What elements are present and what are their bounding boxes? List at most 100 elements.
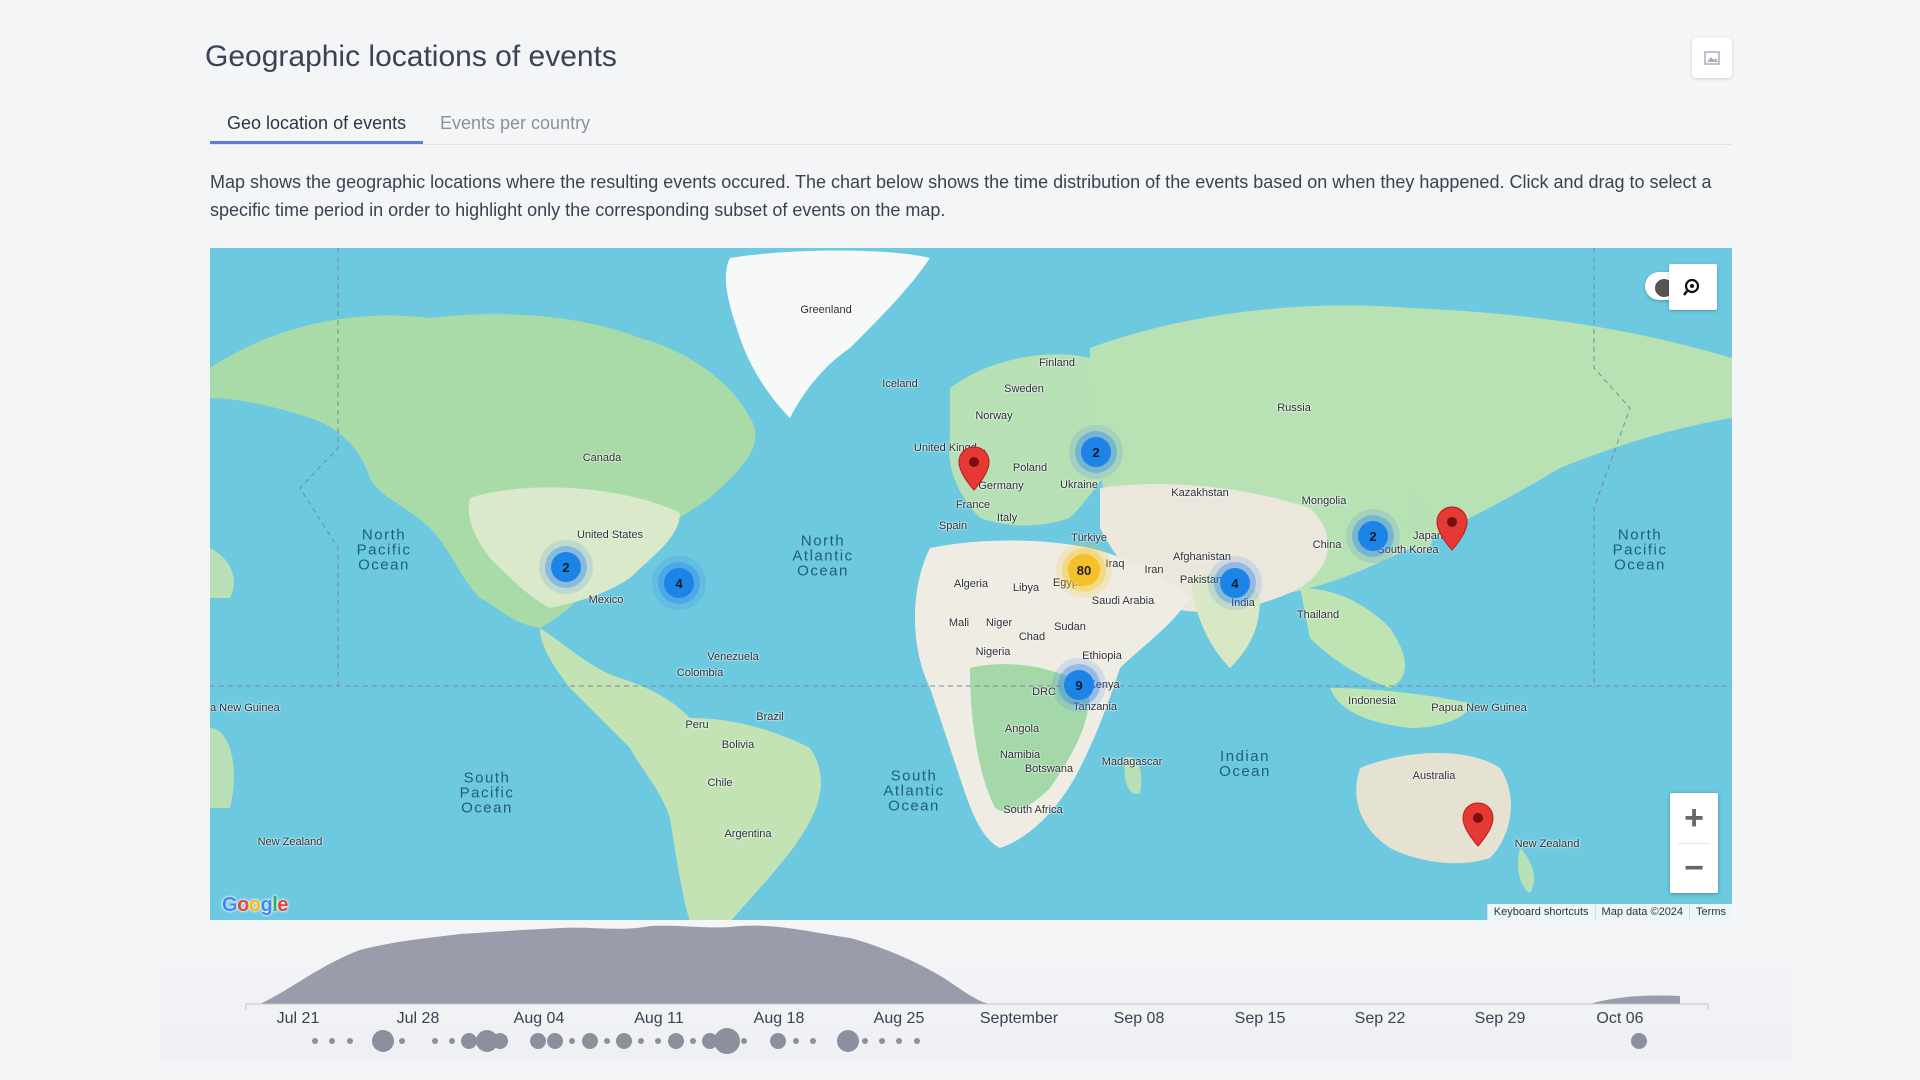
tab-events-per-country[interactable]: Events per country xyxy=(423,110,607,144)
timeline-chart[interactable] xyxy=(0,920,1920,1060)
timeline-tick-label: Jul 28 xyxy=(396,1010,440,1027)
zoom-control: + − xyxy=(1670,793,1718,893)
map-label: France xyxy=(955,499,991,511)
ocean-label: North Pacific Ocean xyxy=(356,526,412,574)
map-label: Kazakhstan xyxy=(1171,487,1229,499)
ocean-label: South Atlantic Ocean xyxy=(883,767,945,815)
timeline-tick-label: Oct 06 xyxy=(1596,1010,1644,1027)
timeline-event-dots xyxy=(312,1028,1647,1054)
map-label: Saudi Arabia xyxy=(1091,595,1155,607)
map-label: Mexico xyxy=(588,594,624,606)
tab-bar: Geo location of events Events per countr… xyxy=(210,108,1732,145)
event-cluster[interactable]: 80 xyxy=(1068,554,1100,586)
map-label: Iraq xyxy=(1105,558,1125,570)
ocean-label: North Pacific Ocean xyxy=(1612,526,1668,574)
event-cluster[interactable]: 4 xyxy=(664,568,694,598)
map-label: Mongolia xyxy=(1301,495,1347,507)
map-label: Papua New Guinea xyxy=(1431,702,1527,714)
map-label: Venezuela xyxy=(707,651,759,663)
event-cluster[interactable]: 4 xyxy=(1220,568,1250,598)
image-icon xyxy=(1704,51,1720,65)
map-label: South Africa xyxy=(1003,804,1063,816)
map-label: Russia xyxy=(1277,402,1311,414)
map-label: Ethiopia xyxy=(1082,650,1122,662)
map-label: Mali xyxy=(948,617,970,629)
map-label: Pakistan xyxy=(1179,574,1223,586)
event-cluster[interactable]: 2 xyxy=(1358,521,1388,551)
map-label: China xyxy=(1312,539,1342,551)
tab-geo-location[interactable]: Geo location of events xyxy=(210,110,424,144)
zoom-out-button[interactable]: − xyxy=(1670,843,1718,893)
map-label: Bolivia xyxy=(721,739,755,751)
timeline-tick-label: Aug 11 xyxy=(634,1010,684,1027)
location-pin-marker[interactable] xyxy=(958,446,990,492)
map-label: Libya xyxy=(1012,582,1040,594)
zoom-in-button[interactable]: + xyxy=(1670,793,1718,843)
page-title: Geographic locations of events xyxy=(205,40,617,73)
map-label: Ukraine xyxy=(1060,479,1098,491)
map-label: Spain xyxy=(938,520,968,532)
google-logo: Google xyxy=(222,894,288,916)
map-label: Iceland xyxy=(882,378,918,390)
map-controls xyxy=(1645,264,1717,310)
map-label: Türkiye xyxy=(1070,532,1108,544)
location-pin-marker[interactable] xyxy=(1436,506,1468,552)
map-label: Namibia xyxy=(999,749,1041,761)
location-pin-marker[interactable] xyxy=(1462,802,1494,848)
timeline-tick-label: Jul 21 xyxy=(276,1010,320,1027)
map-label: Afghanistan xyxy=(1172,551,1232,563)
map-label: Australia xyxy=(1412,770,1456,782)
map-label: Tanzania xyxy=(1072,701,1118,713)
ocean-label: North Atlantic Ocean xyxy=(792,532,854,580)
map-label: Poland xyxy=(1012,462,1048,474)
timeline-tick-label: Sep 29 xyxy=(1474,1010,1526,1027)
map-label: Madagascar xyxy=(1101,756,1163,768)
timeline-tick-label: Aug 25 xyxy=(873,1010,925,1027)
ocean-label: Indian Ocean xyxy=(1219,748,1271,780)
map-label: Peru xyxy=(685,719,709,731)
map-label: Iran xyxy=(1144,564,1164,576)
map-label: United States xyxy=(576,529,644,541)
map-label: Argentina xyxy=(724,828,772,840)
map-label: Canada xyxy=(582,452,622,464)
event-cluster[interactable]: 2 xyxy=(1081,437,1111,467)
timeline-tick-label: Aug 04 xyxy=(513,1010,565,1027)
world-map[interactable]: Greenland Iceland Finland Sweden Norway … xyxy=(210,248,1732,922)
map-label: Indonesia xyxy=(1348,695,1396,707)
map-label: Nigeria xyxy=(975,646,1011,658)
timeline-area xyxy=(260,925,990,1004)
map-label: Chad xyxy=(1018,631,1046,643)
map-label: New Zealand xyxy=(257,836,323,848)
map-label: Brazil xyxy=(756,711,784,723)
zoom-search-icon xyxy=(1683,278,1700,296)
map-label: Chile xyxy=(707,777,733,789)
map-label: New Zealand xyxy=(1514,838,1580,850)
map-label: DRC xyxy=(1032,686,1056,698)
timeline-tick-label: Sep 15 xyxy=(1234,1010,1286,1027)
event-cluster[interactable]: 2 xyxy=(551,552,581,582)
map-label: Papua New Guinea xyxy=(210,702,280,714)
timeline-tick-label: Sep 08 xyxy=(1113,1010,1165,1027)
map-label: South Korea xyxy=(1377,544,1439,556)
map-label: Greenland xyxy=(800,304,852,316)
map-label: Botswana xyxy=(1024,763,1074,775)
map-label: Sweden xyxy=(1004,383,1044,395)
event-cluster[interactable]: 9 xyxy=(1064,670,1094,700)
timeline-area-tail xyxy=(1590,995,1680,1004)
map-label: Norway xyxy=(975,410,1013,422)
timeline-tick-label: September xyxy=(979,1010,1059,1027)
map-label: Colombia xyxy=(676,667,724,679)
map-label: Finland xyxy=(1038,357,1076,369)
map-label: Thailand xyxy=(1296,609,1340,621)
export-image-button[interactable] xyxy=(1692,38,1732,78)
map-label: Niger xyxy=(985,617,1013,629)
ocean-label: South Pacific Ocean xyxy=(459,769,515,817)
map-label: Italy xyxy=(996,512,1018,524)
map-label: Algeria xyxy=(953,578,989,590)
timeline-tick-label: Sep 22 xyxy=(1354,1010,1406,1027)
zoom-search-button[interactable] xyxy=(1669,264,1717,310)
map-label: Sudan xyxy=(1054,621,1086,633)
map-label: India xyxy=(1231,597,1255,609)
timeline-tick-label: Aug 18 xyxy=(753,1010,805,1027)
map-description: Map shows the geographic locations where… xyxy=(210,172,1712,220)
